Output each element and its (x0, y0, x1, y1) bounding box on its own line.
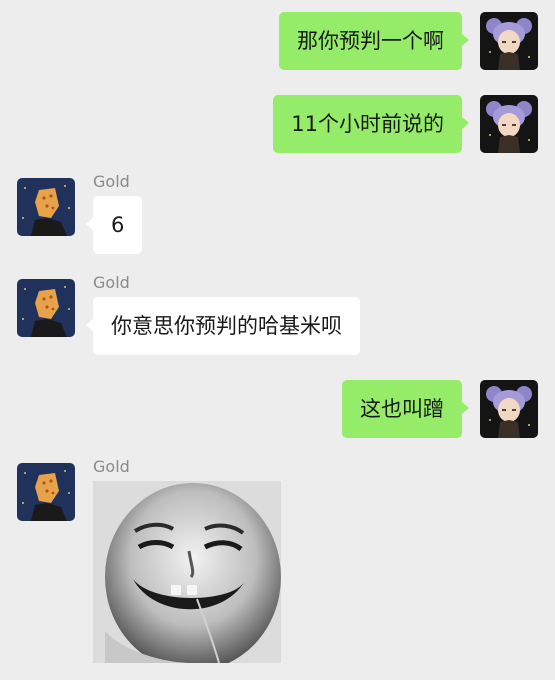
message-bubble-outgoing[interactable]: 这也叫蹭 (342, 380, 469, 438)
contact-avatar-icon (17, 279, 75, 337)
laughing-baby-image (93, 481, 281, 663)
user-avatar-icon (480, 12, 538, 70)
contact-avatar[interactable] (17, 178, 75, 236)
message-bubble-outgoing[interactable]: 那你预判一个啊 (279, 12, 469, 70)
sender-name: Gold (93, 457, 130, 476)
message-text: 那你预判一个啊 (297, 29, 444, 53)
message-text: 11个小时前说的 (291, 112, 444, 136)
contact-avatar-icon (17, 463, 75, 521)
message-text: 这也叫蹭 (360, 397, 444, 421)
image-message[interactable] (93, 481, 281, 663)
contact-avatar[interactable] (17, 463, 75, 521)
user-avatar-icon (480, 380, 538, 438)
my-avatar[interactable] (480, 95, 538, 153)
sender-name: Gold (93, 172, 130, 191)
sender-name: Gold (93, 273, 130, 292)
message-bubble-outgoing[interactable]: 11个小时前说的 (273, 95, 469, 153)
message-text: 6 (111, 213, 125, 237)
message-bubble-incoming[interactable]: 你意思你预判的哈基米呗 (86, 297, 360, 355)
my-avatar[interactable] (480, 380, 538, 438)
my-avatar[interactable] (480, 12, 538, 70)
contact-avatar[interactable] (17, 279, 75, 337)
contact-avatar-icon (17, 178, 75, 236)
user-avatar-icon (480, 95, 538, 153)
message-text: 你意思你预判的哈基米呗 (111, 314, 342, 338)
message-bubble-incoming[interactable]: 6 (85, 196, 143, 254)
